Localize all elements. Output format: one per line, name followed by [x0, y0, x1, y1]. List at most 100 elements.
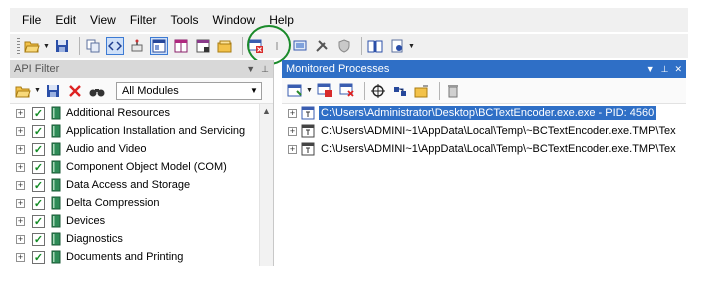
process-row[interactable]: + C:\Users\ADMINI~1\AppData\Local\Temp\~B…: [282, 140, 686, 158]
book-icon: [51, 106, 61, 120]
menu-help[interactable]: Help: [269, 13, 294, 27]
category-label: Data Access and Storage: [66, 179, 191, 191]
folder-edit-icon[interactable]: [413, 82, 431, 100]
api-filter-titlebar[interactable]: API Filter ▼ ⊥: [10, 60, 273, 78]
folder-stack-icon[interactable]: [216, 37, 234, 55]
menu-edit[interactable]: Edit: [55, 13, 76, 27]
expand-icon[interactable]: +: [16, 180, 25, 190]
expand-icon[interactable]: +: [16, 252, 25, 262]
category-checkbox[interactable]: ✓: [32, 250, 45, 264]
category-checkbox[interactable]: ✓: [32, 214, 45, 228]
api-category-item[interactable]: + ✓ Devices: [10, 212, 273, 230]
close-icon[interactable]: ✕: [674, 64, 682, 75]
vertical-scrollbar[interactable]: ▲: [259, 104, 273, 266]
book-icon: [51, 124, 61, 138]
pane-tools: ▼ ⊥: [246, 64, 269, 75]
module-select[interactable]: All Modules ▼: [115, 81, 262, 100]
expand-icon[interactable]: +: [288, 108, 297, 118]
api-category-item[interactable]: + ✓ Delta Compression: [10, 194, 273, 212]
expand-icon[interactable]: +: [16, 126, 25, 136]
toolbar-separator: [241, 37, 243, 55]
connect-icon[interactable]: [391, 82, 409, 100]
toolbar-grip[interactable]: [17, 38, 20, 54]
shield-icon[interactable]: [335, 37, 353, 55]
menu-filter[interactable]: Filter: [130, 13, 157, 27]
process-row[interactable]: + C:\Users\Administrator\Desktop\BCTextEn…: [282, 104, 686, 122]
monitor-icon[interactable]: [291, 37, 309, 55]
pin-icon[interactable]: ⊥: [661, 64, 669, 75]
expand-icon[interactable]: +: [16, 144, 25, 154]
find-icon[interactable]: [88, 82, 106, 100]
help-page-icon[interactable]: [388, 37, 406, 55]
divider-icon[interactable]: [269, 37, 287, 55]
menu-tools[interactable]: Tools: [171, 13, 199, 27]
main-toolbar: ▼ ▼: [10, 34, 688, 58]
api-category-item[interactable]: + ✓ Component Object Model (COM): [10, 158, 273, 176]
expand-icon[interactable]: +: [288, 126, 297, 136]
monitor-new-process-icon[interactable]: [247, 37, 265, 55]
api-category-item[interactable]: + ✓ Audio and Video: [10, 140, 273, 158]
tools-icon[interactable]: [313, 37, 331, 55]
category-checkbox[interactable]: ✓: [32, 106, 45, 120]
monitored-processes-titlebar[interactable]: Monitored Processes ▼ ⊥ ✕: [282, 60, 686, 78]
book-icon: [51, 196, 61, 210]
api-category-item[interactable]: + ✓ Additional Resources: [10, 104, 273, 122]
copy-icon[interactable]: [84, 37, 102, 55]
open-dropdown-icon[interactable]: ▼: [43, 43, 50, 50]
book-icon: [51, 214, 61, 228]
expand-icon[interactable]: +: [288, 144, 297, 154]
delete-icon[interactable]: [66, 82, 84, 100]
window-icon[interactable]: [286, 82, 304, 100]
expand-icon[interactable]: +: [16, 162, 25, 172]
panel-icon[interactable]: [194, 37, 212, 55]
menu-view[interactable]: View: [90, 13, 116, 27]
toolbar-overflow-icon[interactable]: ▼: [408, 43, 415, 50]
window-layout-icon[interactable]: [149, 37, 168, 55]
open-folder-icon[interactable]: [14, 82, 32, 100]
pin-icon[interactable]: ⊥: [261, 64, 269, 75]
open-dropdown-icon[interactable]: ▼: [34, 87, 41, 94]
save-icon[interactable]: [53, 37, 71, 55]
category-checkbox[interactable]: ✓: [32, 160, 45, 174]
code-view-icon[interactable]: [105, 37, 124, 55]
expand-icon[interactable]: +: [16, 216, 25, 226]
api-category-item[interactable]: + ✓ Documents and Printing: [10, 248, 273, 266]
api-category-item[interactable]: + ✓ Application Installation and Servicing: [10, 122, 273, 140]
category-checkbox[interactable]: ✓: [32, 142, 45, 156]
book-icon: [51, 250, 61, 264]
split-view-icon[interactable]: [172, 37, 190, 55]
menu-file[interactable]: File: [22, 13, 41, 27]
pane-menu-icon[interactable]: ▼: [246, 64, 255, 74]
hook-icon[interactable]: [128, 37, 146, 55]
monitor-new-process-icon[interactable]: [316, 82, 334, 100]
api-category-item[interactable]: + ✓ Diagnostics: [10, 230, 273, 248]
process-icon: [301, 106, 315, 120]
toolbar-separator: [438, 81, 440, 100]
expand-icon[interactable]: +: [16, 198, 25, 208]
book-icon: [51, 160, 61, 174]
process-path: C:\Users\ADMINI~1\AppData\Local\Temp\~BC…: [321, 143, 676, 155]
window-dropdown-icon[interactable]: ▼: [306, 87, 313, 94]
pane-menu-icon[interactable]: ▼: [646, 64, 655, 74]
process-icon: [301, 124, 315, 138]
category-checkbox[interactable]: ✓: [32, 232, 45, 246]
process-icon: [301, 142, 315, 156]
process-row[interactable]: + C:\Users\ADMINI~1\AppData\Local\Temp\~B…: [282, 122, 686, 140]
expand-icon[interactable]: +: [16, 234, 25, 244]
book-icon[interactable]: [366, 37, 384, 55]
open-folder-icon[interactable]: [23, 37, 41, 55]
scroll-up-icon[interactable]: ▲: [260, 106, 273, 116]
module-select-value: All Modules: [121, 84, 179, 97]
menu-window[interactable]: Window: [213, 13, 256, 27]
save-icon[interactable]: [44, 82, 62, 100]
api-category-item[interactable]: + ✓ Data Access and Storage: [10, 176, 273, 194]
trash-icon[interactable]: [444, 82, 462, 100]
category-checkbox[interactable]: ✓: [32, 178, 45, 192]
category-checkbox[interactable]: ✓: [32, 124, 45, 138]
monitored-processes-title: Monitored Processes: [286, 63, 390, 75]
book-icon: [51, 232, 61, 246]
category-checkbox[interactable]: ✓: [32, 196, 45, 210]
expand-icon[interactable]: +: [16, 108, 25, 118]
close-process-icon[interactable]: [338, 82, 356, 100]
target-icon[interactable]: [369, 82, 387, 100]
